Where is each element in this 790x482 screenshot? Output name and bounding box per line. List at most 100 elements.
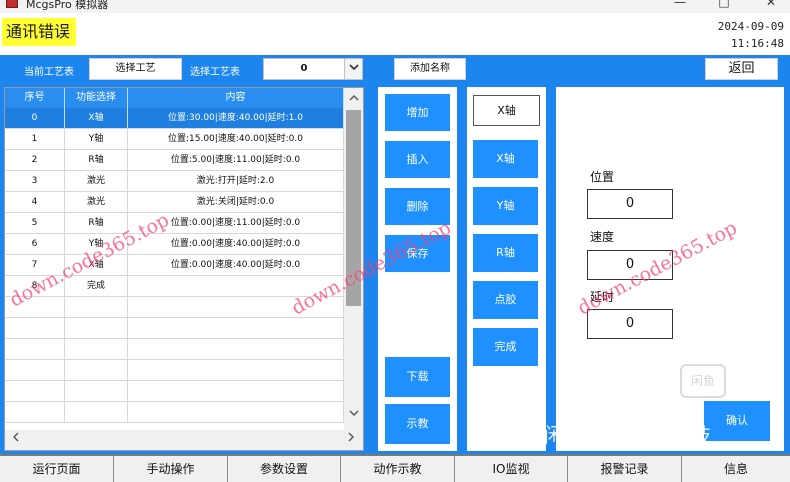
close-button[interactable]: ✕ — [761, 0, 781, 9]
back-button[interactable]: 返回 — [705, 58, 778, 80]
table-row[interactable]: 6 Y轴 位置:0.00|速度:40.00|延时:0.0 — [5, 234, 344, 255]
speed-input[interactable]: 0 — [587, 250, 673, 280]
select-table-value: 0 — [300, 63, 308, 74]
cell-content: 激光:关闭|延时:0.0 — [128, 192, 344, 212]
scroll-right-icon[interactable] — [343, 432, 359, 448]
glue-button[interactable]: 点胶 — [473, 281, 538, 319]
cell-function — [65, 402, 128, 422]
cell-no: 1 — [5, 129, 65, 149]
cell-no — [5, 339, 65, 359]
cell-no: 6 — [5, 234, 65, 254]
table-row[interactable]: 0 X轴 位置:30.00|速度:40.00|延时:1.0 — [5, 108, 344, 129]
select-table-dropdown[interactable]: 0 — [263, 58, 363, 80]
table-row[interactable] — [5, 360, 344, 381]
cell-content — [128, 276, 344, 296]
done-button[interactable]: 完成 — [473, 328, 538, 366]
save-button[interactable]: 保存 — [385, 235, 450, 272]
cell-function — [65, 360, 128, 380]
scroll-left-icon[interactable] — [7, 432, 23, 448]
table-header: 序号 功能选择 内容 — [5, 88, 344, 108]
cell-no: 0 — [5, 108, 65, 128]
nav-parameter-settings[interactable]: 参数设置 — [228, 456, 341, 482]
vertical-scrollbar[interactable] — [344, 88, 363, 430]
download-button[interactable]: 下载 — [385, 357, 450, 397]
minimize-button[interactable]: — — [670, 0, 690, 9]
scroll-up-icon[interactable] — [344, 90, 363, 107]
insert-step-button[interactable]: 插入 — [385, 141, 450, 178]
main-area: 序号 功能选择 内容 0 X轴 位置:30.00|速度:40.00|延时:1.0 1 Y… — [0, 83, 790, 454]
cell-function: 激光 — [65, 171, 128, 191]
nav-manual-operation[interactable]: 手动操作 — [114, 456, 228, 482]
table-row[interactable]: 2 R轴 位置:5.00|速度:11.00|延时:0.0 — [5, 150, 344, 171]
x-axis-button[interactable]: X轴 — [473, 140, 538, 178]
cell-function: R轴 — [65, 213, 128, 233]
nav-info[interactable]: 信息 — [682, 456, 790, 482]
date-display: 2024-09-09 — [717, 20, 784, 33]
xianyu-seal-watermark: 闲鱼 — [680, 364, 726, 398]
cell-function: Y轴 — [65, 234, 128, 254]
horizontal-scrollbar[interactable] — [5, 430, 363, 450]
cell-content: 位置:15.00|速度:40.00|延时:0.0 — [128, 129, 344, 149]
add-name-button[interactable]: 添加名称 — [394, 58, 466, 80]
cell-function: R轴 — [65, 150, 128, 170]
scroll-down-icon[interactable] — [344, 406, 363, 423]
table-row[interactable] — [5, 297, 344, 318]
cell-content: 位置:5.00|速度:11.00|延时:0.0 — [128, 150, 344, 170]
current-table-label: 当前工艺表 — [24, 67, 74, 78]
comm-error-banner: 通讯错误 — [2, 18, 76, 46]
process-table: 序号 功能选择 内容 0 X轴 位置:30.00|速度:40.00|延时:1.0 1 Y… — [4, 87, 364, 451]
nav-io-monitor[interactable]: IO监视 — [455, 456, 568, 482]
cell-function — [65, 297, 128, 317]
cell-no: 8 — [5, 276, 65, 296]
table-row[interactable] — [5, 402, 344, 423]
delay-label: 延时 — [590, 290, 615, 304]
current-table-field[interactable]: 选择工艺 — [89, 58, 182, 80]
cell-no: 2 — [5, 150, 65, 170]
delete-step-button[interactable]: 删除 — [385, 188, 450, 225]
footer-watermark: 闲鱼号：汇玩科技 — [544, 423, 712, 447]
table-row[interactable]: 4 激光 激光:关闭|延时:0.0 — [5, 192, 344, 213]
cell-no — [5, 381, 65, 401]
nav-run-page[interactable]: 运行页面 — [0, 456, 114, 482]
teach-button[interactable]: 示教 — [385, 404, 450, 444]
select-table-label: 选择工艺表 — [190, 67, 240, 78]
cell-function — [65, 381, 128, 401]
delay-input[interactable]: 0 — [587, 309, 673, 339]
maximize-button[interactable]: □ — [714, 0, 734, 9]
action-panel: 增加 插入 删除 保存 下载 示教 — [378, 87, 457, 451]
position-input[interactable]: 0 — [587, 189, 673, 219]
confirm-button[interactable]: 确认 — [704, 401, 770, 441]
app-root: McgsPro 模拟器 — □ ✕ 通讯错误 2024-09-09 11:16:… — [0, 0, 790, 482]
cell-content: 位置:0.00|速度:40.00|延时:0.0 — [128, 255, 344, 275]
window-title: McgsPro 模拟器 — [26, 0, 109, 11]
scroll-right-svg — [348, 432, 354, 442]
scroll-left-svg — [12, 432, 18, 442]
table-row[interactable]: 7 X轴 位置:0.00|速度:40.00|延时:0.0 — [5, 255, 344, 276]
table-row[interactable]: 1 Y轴 位置:15.00|速度:40.00|延时:0.0 — [5, 129, 344, 150]
table-row[interactable]: 5 R轴 位置:0.00|速度:11.00|延时:0.0 — [5, 213, 344, 234]
add-step-button[interactable]: 增加 — [385, 94, 450, 131]
scrollbar-thumb[interactable] — [346, 110, 361, 306]
nav-motion-teach[interactable]: 动作示教 — [341, 456, 455, 482]
cell-no: 5 — [5, 213, 65, 233]
cell-function — [65, 318, 128, 338]
table-row[interactable] — [5, 318, 344, 339]
cell-content — [128, 297, 344, 317]
chevron-down-icon[interactable] — [344, 59, 362, 79]
y-axis-button[interactable]: Y轴 — [473, 187, 538, 225]
position-label: 位置 — [590, 170, 615, 184]
table-row[interactable] — [5, 381, 344, 402]
cell-function: 激光 — [65, 192, 128, 212]
r-axis-button[interactable]: R轴 — [473, 234, 538, 272]
scroll-down-svg — [349, 410, 358, 416]
cell-function: X轴 — [65, 255, 128, 275]
table-row[interactable]: 3 激光 激光:打开|延时:2.0 — [5, 171, 344, 192]
scroll-up-svg — [349, 95, 358, 101]
cell-content — [128, 381, 344, 401]
cell-content: 位置:30.00|速度:40.00|延时:1.0 — [128, 108, 344, 128]
nav-alarm-log[interactable]: 报警记录 — [568, 456, 682, 482]
cell-content — [128, 360, 344, 380]
bottom-navigation: 运行页面 手动操作 参数设置 动作示教 IO监视 报警记录 信息 — [0, 454, 790, 482]
table-row[interactable] — [5, 339, 344, 360]
table-row[interactable]: 8 完成 — [5, 276, 344, 297]
